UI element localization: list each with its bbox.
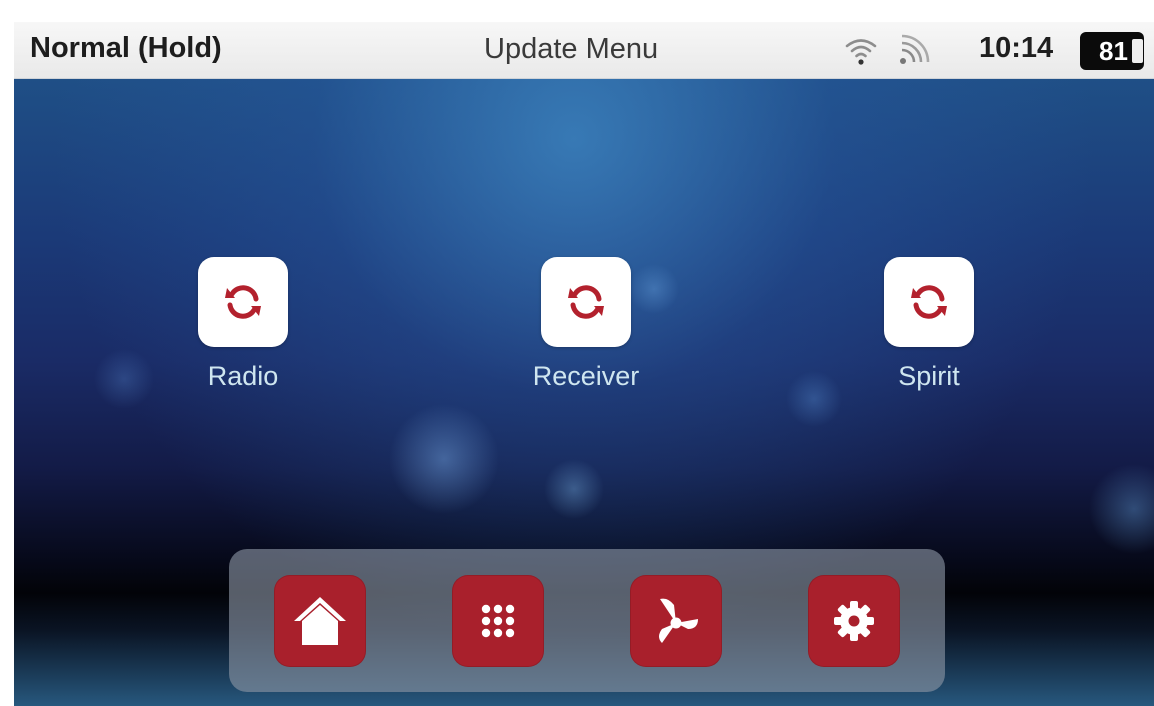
app-label: Radio: [207, 361, 279, 391]
home-icon: [294, 597, 346, 645]
app-tile-spirit[interactable]: Spirit: [859, 257, 999, 407]
radio-update-button[interactable]: [198, 257, 288, 347]
clock: 10:14: [979, 32, 1054, 64]
refresh-icon: [225, 285, 261, 319]
apps-menu-button[interactable]: [452, 575, 544, 667]
gear-icon: [834, 601, 874, 641]
refresh-icon: [568, 285, 604, 319]
refresh-icon: [911, 285, 947, 319]
device-frame: Normal (Hold) Update Menu 10:14 81 Radio…: [0, 0, 1154, 706]
home-button[interactable]: [274, 575, 366, 667]
signal-icon: [900, 34, 930, 64]
wifi-icon: [845, 39, 877, 65]
model-button[interactable]: [630, 575, 722, 667]
battery-icon: [1132, 39, 1143, 63]
app-label: Spirit: [898, 361, 960, 391]
flight-mode-label: Normal (Hold): [30, 32, 222, 64]
grid-icon: [481, 604, 515, 638]
home-wallpaper: Radio Receiver Spirit: [14, 79, 1154, 706]
fan-icon: [659, 598, 698, 643]
spirit-update-button[interactable]: [884, 257, 974, 347]
receiver-update-button[interactable]: [541, 257, 631, 347]
status-bar: Normal (Hold) Update Menu 10:14 81: [14, 22, 1154, 79]
battery-percent: 81: [1099, 36, 1128, 66]
device-screen: Normal (Hold) Update Menu 10:14 81 Radio…: [14, 22, 1154, 706]
settings-button[interactable]: [808, 575, 900, 667]
app-tile-radio[interactable]: Radio: [173, 257, 313, 407]
battery-indicator: 81: [1080, 32, 1144, 70]
page-title: Update Menu: [484, 33, 659, 65]
app-label: Receiver: [532, 361, 640, 391]
dock-bar: [229, 549, 945, 692]
app-tile-receiver[interactable]: Receiver: [516, 257, 656, 407]
